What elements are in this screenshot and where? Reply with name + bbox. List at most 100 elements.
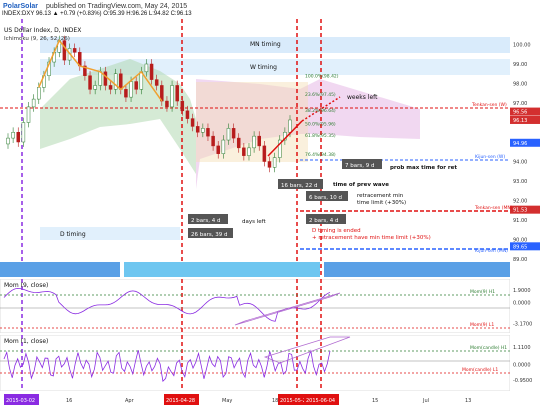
main-y-tick: 91.00	[513, 218, 527, 224]
candle	[206, 128, 210, 137]
x-ticks: 16Apr15May18Jun15Jul13	[66, 398, 471, 404]
kijun-mn-label: Kijun-sen (MN)	[475, 248, 508, 254]
mom9-panel[interactable]: Mom (9, close) Mom(9) H1 Mom(9) L1 1.900…	[0, 279, 550, 333]
mom-y-tick: -3.1700	[513, 322, 532, 328]
bars-2b-text: 2 bars, 4 d	[309, 218, 338, 224]
candle	[267, 161, 272, 168]
d-ended-label: D timing is ended	[312, 228, 361, 234]
mom1-l1-label: Mom(candle) L1	[462, 367, 498, 373]
fib-label: 38.2%(96.64)	[305, 108, 336, 114]
candle	[103, 71, 108, 86]
kijun-w-label: Kijun-sen (W)	[475, 154, 505, 160]
candle	[180, 100, 185, 112]
mom-y-tick: 0.0000	[513, 363, 531, 369]
candle	[154, 79, 159, 86]
bars-26-text: 26 bars, 39 d	[191, 232, 227, 238]
candle	[262, 145, 267, 162]
candle	[211, 135, 215, 147]
main-price-panel[interactable]: 100.0099.0098.0097.0096.1395.0094.0093.0…	[0, 19, 550, 277]
candle	[288, 119, 292, 133]
candle	[149, 63, 154, 80]
phase-bar-3	[324, 262, 510, 277]
symbol-line: INDEX:DXY 96.13 ▲ +0.79 (+0.83%) O:95.39…	[2, 11, 192, 17]
x-date-labels: 2015-03-02 2015-04-28 2015-05-262015-06-04	[4, 394, 339, 405]
candle	[216, 145, 220, 154]
prob-max-label: prob max time for ret	[390, 165, 457, 171]
fib-label: 100.0%(98.42)	[305, 73, 339, 79]
candle	[124, 89, 128, 98]
candle	[257, 135, 261, 147]
date-label: 2015-03-02	[6, 398, 35, 404]
d-timing-label: D timing	[60, 231, 86, 238]
candle	[37, 87, 41, 100]
candle	[247, 147, 251, 156]
main-title: US Dollar Index, D, INDEX	[4, 27, 81, 34]
bars-2a-text: 2 bars, 4 d	[191, 218, 220, 224]
candle	[129, 81, 133, 98]
x-tick: 13	[465, 398, 471, 404]
price-label: 96.56	[513, 110, 527, 116]
mom9-l1-label: Mom(9) L1	[470, 322, 494, 328]
price-label: 94.96	[513, 141, 527, 147]
ret-min-label-2: time limit (+30%)	[357, 200, 406, 206]
ichimoku-label: Ichimoku (9, 26, 52, 26)	[4, 36, 70, 42]
candle	[119, 73, 123, 90]
candle	[231, 128, 236, 139]
fib-label: 50.0%(95.96)	[305, 121, 336, 127]
mom-y-tick: 1.1100	[513, 345, 531, 351]
mom-y-tick: 0.0000	[513, 301, 531, 307]
main-y-tick: 94.00	[513, 160, 527, 166]
price-label: 91.53	[513, 208, 527, 214]
tenkan-w-label: Tenkan-sen (W)	[471, 102, 507, 108]
brand-name[interactable]: PolarSolar	[3, 3, 38, 10]
candle	[21, 122, 26, 143]
candle	[93, 85, 97, 90]
mom1-title: Mom (1, close)	[4, 338, 48, 345]
main-y-tick: 89.00	[513, 257, 527, 263]
candle	[226, 128, 231, 141]
date-label: 2015-06-04	[306, 398, 335, 404]
bars-6-text: 6 bars, 10 d	[309, 195, 342, 201]
w-timing-label: W timing	[250, 64, 277, 71]
main-y-tick: 93.00	[513, 179, 527, 185]
x-tick: Apr	[125, 398, 135, 404]
candle	[242, 147, 246, 156]
candle	[272, 157, 277, 168]
candle	[252, 135, 256, 149]
candle	[190, 118, 195, 127]
x-tick: 16	[66, 398, 72, 404]
candle	[201, 128, 205, 133]
main-y-tick: 97.00	[513, 101, 527, 107]
candle	[31, 98, 36, 108]
candle	[26, 106, 31, 123]
candle	[6, 137, 10, 145]
main-y-tick: 98.00	[513, 82, 527, 88]
candle	[113, 73, 118, 90]
mom9-title: Mom (9, close)	[4, 282, 48, 289]
x-axis: 16Apr15May18Jun15Jul13 2015-03-022015-04…	[4, 394, 471, 405]
price-label: 89.65	[513, 244, 527, 250]
chart-screenshot: { "header": { "brand": "PolarSolar", "pu…	[0, 0, 550, 406]
bars-7-text: 7 bars, 9 d	[345, 163, 374, 169]
time-prev-wave-label: time of prev wave	[333, 182, 389, 188]
tenkan-mn-label: Tenkan-sen (MN)	[474, 205, 513, 211]
mn-timing-label: MN timing	[250, 41, 281, 48]
fib-label: 61.8%(95.35)	[305, 133, 336, 139]
mom1-h1-label: Mom(candle) H1	[470, 345, 507, 351]
candle	[175, 85, 179, 102]
candle	[88, 75, 92, 90]
phase-bar-1	[0, 262, 120, 277]
mom9-h1-label: Mom(9) H1	[470, 289, 495, 295]
candle	[170, 85, 174, 108]
candle	[221, 139, 226, 154]
x-tick: May	[222, 398, 232, 404]
main-y-tick: 99.00	[513, 62, 527, 68]
mom-y-tick: 1.9000	[513, 288, 531, 294]
mom1-plot	[0, 335, 511, 391]
candle	[144, 63, 149, 73]
x-tick: Jul	[422, 398, 429, 404]
candle	[98, 71, 103, 86]
main-y-tick: 92.00	[513, 199, 527, 205]
mom1-panel[interactable]: Mom (1, close) Mom(candle) H1 Mom(candle…	[0, 335, 550, 391]
x-tick: 18	[272, 398, 278, 404]
